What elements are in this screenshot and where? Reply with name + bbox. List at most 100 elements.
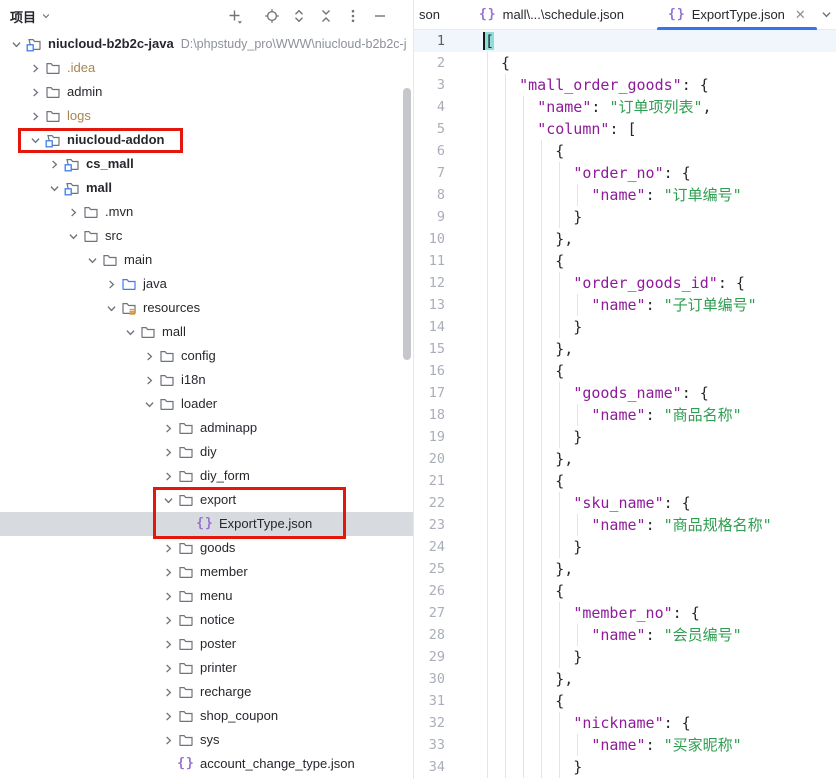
tree-item-menu[interactable]: menu <box>0 584 413 608</box>
tree-item-niucloud-addon[interactable]: niucloud-addon <box>0 128 413 152</box>
chevron-right-icon[interactable] <box>160 684 177 700</box>
chevron-right-icon[interactable] <box>141 372 158 388</box>
tree-item-niucloud-b2b2c-java[interactable]: niucloud-b2b2c-javaD:\phpstudy_pro\WWW\n… <box>0 32 413 56</box>
chevron-down-icon[interactable] <box>65 228 82 244</box>
code-line[interactable]: "name": "商品名称" <box>483 404 772 426</box>
code-line[interactable]: }, <box>483 338 772 360</box>
code-line[interactable]: { <box>483 580 772 602</box>
code-line[interactable]: "member_no": { <box>483 602 772 624</box>
project-scrollbar[interactable] <box>403 88 411 360</box>
tree-item-mall[interactable]: mall <box>0 176 413 200</box>
tree-item-logs[interactable]: logs <box>0 104 413 128</box>
tree-item-cs-mall[interactable]: cs_mall <box>0 152 413 176</box>
chevron-right-icon[interactable] <box>160 612 177 628</box>
tree-item-member[interactable]: member <box>0 560 413 584</box>
tree-item-src[interactable]: src <box>0 224 413 248</box>
chevron-down-icon[interactable] <box>46 180 63 196</box>
tree-item-diy-form[interactable]: diy_form <box>0 464 413 488</box>
tree-item-notice[interactable]: notice <box>0 608 413 632</box>
tree-item-exporttype-json[interactable]: {}ExportType.json <box>0 512 413 536</box>
hide-icon[interactable] <box>371 7 389 25</box>
tree-item-adminapp[interactable]: adminapp <box>0 416 413 440</box>
chevron-right-icon[interactable] <box>27 108 44 124</box>
code-line[interactable]: "order_no": { <box>483 162 772 184</box>
chevron-right-icon[interactable] <box>141 348 158 364</box>
code-line[interactable]: "nickname": { <box>483 712 772 734</box>
code-line[interactable]: }, <box>483 228 772 250</box>
code-line[interactable]: { <box>483 250 772 272</box>
code-line[interactable]: "name": "子订单编号" <box>483 294 772 316</box>
code-line[interactable]: }, <box>483 668 772 690</box>
tree-item-main[interactable]: main <box>0 248 413 272</box>
chevron-down-icon[interactable] <box>160 492 177 508</box>
chevron-down-icon[interactable] <box>103 300 120 316</box>
more-icon[interactable] <box>344 7 362 25</box>
chevron-down-icon[interactable] <box>40 10 52 22</box>
code-line[interactable]: "name": "会员编号" <box>483 624 772 646</box>
code-line[interactable]: { <box>483 690 772 712</box>
code-line[interactable]: "name": "买家昵称" <box>483 734 772 756</box>
code-line[interactable]: [ <box>483 30 772 52</box>
chevron-right-icon[interactable] <box>160 732 177 748</box>
chevron-down-icon[interactable] <box>141 396 158 412</box>
code-line[interactable]: }, <box>483 448 772 470</box>
chevron-right-icon[interactable] <box>160 420 177 436</box>
chevron-down-icon[interactable] <box>8 36 25 52</box>
tab-exporttype-json[interactable]: {}ExportType.json✕ <box>655 0 819 30</box>
tree-item-goods[interactable]: goods <box>0 536 413 560</box>
tree-item-i18n[interactable]: i18n <box>0 368 413 392</box>
chevron-down-icon[interactable] <box>819 7 834 22</box>
code-line[interactable]: "name": "商品规格名称" <box>483 514 772 536</box>
tree-item-config[interactable]: config <box>0 344 413 368</box>
tree-item-poster[interactable]: poster <box>0 632 413 656</box>
chevron-right-icon[interactable] <box>160 468 177 484</box>
tree-item-admin[interactable]: admin <box>0 80 413 104</box>
chevron-right-icon[interactable] <box>160 444 177 460</box>
code-line[interactable]: } <box>483 536 772 558</box>
chevron-down-icon[interactable] <box>122 324 139 340</box>
chevron-right-icon[interactable] <box>103 276 120 292</box>
tree-item-diy[interactable]: diy <box>0 440 413 464</box>
chevron-down-icon[interactable] <box>84 252 101 268</box>
code-line[interactable]: "goods_name": { <box>483 382 772 404</box>
code-line[interactable]: } <box>483 316 772 338</box>
chevron-right-icon[interactable] <box>160 636 177 652</box>
code-line[interactable]: { <box>483 140 772 162</box>
code-line[interactable]: { <box>483 360 772 382</box>
tree-item-printer[interactable]: printer <box>0 656 413 680</box>
code-line[interactable]: { <box>483 470 772 492</box>
code-line[interactable]: { <box>483 52 772 74</box>
tree-item-account-change-type-json[interactable]: {}account_change_type.json <box>0 752 413 776</box>
tree-item-loader[interactable]: loader <box>0 392 413 416</box>
chevron-right-icon[interactable] <box>160 708 177 724</box>
code-line[interactable]: } <box>483 426 772 448</box>
code-line[interactable]: } <box>483 646 772 668</box>
code-line[interactable]: "order_goods_id": { <box>483 272 772 294</box>
tree-item--idea[interactable]: .idea <box>0 56 413 80</box>
chevron-right-icon[interactable] <box>27 84 44 100</box>
code-line[interactable]: "sku_name": { <box>483 492 772 514</box>
tree-item-mall[interactable]: mall <box>0 320 413 344</box>
tree-item-java[interactable]: java <box>0 272 413 296</box>
chevron-down-icon[interactable] <box>27 132 44 148</box>
code-line[interactable]: "column": [ <box>483 118 772 140</box>
chevron-right-icon[interactable] <box>65 204 82 220</box>
code-line[interactable]: } <box>483 206 772 228</box>
chevron-right-icon[interactable] <box>160 660 177 676</box>
chevron-right-icon[interactable] <box>27 60 44 76</box>
chevron-right-icon[interactable] <box>160 564 177 580</box>
expand-all-icon[interactable] <box>290 7 308 25</box>
chevron-right-icon[interactable] <box>46 156 63 172</box>
chevron-right-icon[interactable] <box>160 540 177 556</box>
chevron-right-icon[interactable] <box>160 588 177 604</box>
code-area[interactable]: [ { "mall_order_goods": { "name": "订单项列表… <box>483 30 772 778</box>
tree-item-resources[interactable]: resources <box>0 296 413 320</box>
code-line[interactable]: } <box>483 756 772 778</box>
editor-body[interactable]: 1234567891011121314151617181920212223242… <box>414 30 836 779</box>
tab-son[interactable]: son <box>414 0 466 30</box>
tab-mall-schedule-json[interactable]: {}mall\...\schedule.json <box>466 0 637 30</box>
tree-item-sys[interactable]: sys <box>0 728 413 752</box>
code-line[interactable]: "name": "订单编号" <box>483 184 772 206</box>
collapse-all-icon[interactable] <box>317 7 335 25</box>
add-icon[interactable] <box>226 7 244 25</box>
